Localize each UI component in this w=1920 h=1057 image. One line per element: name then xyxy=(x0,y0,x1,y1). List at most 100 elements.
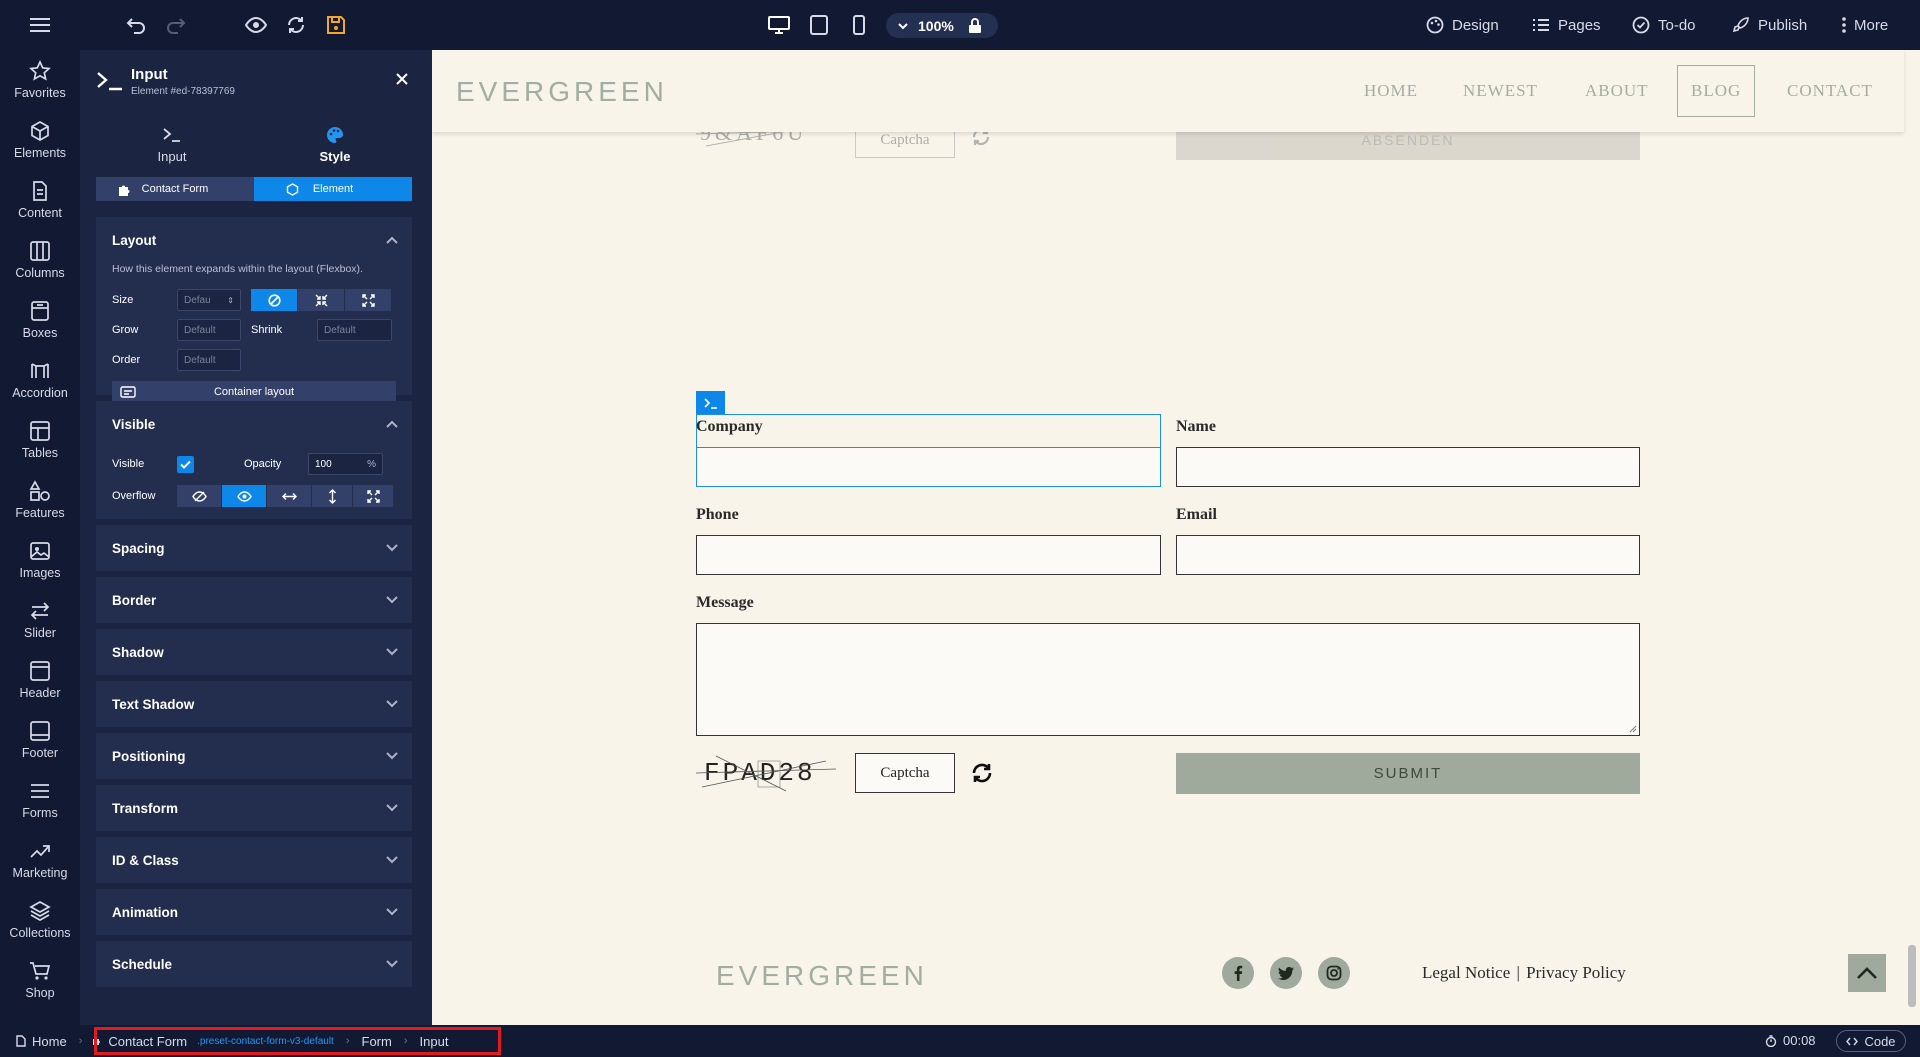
nav-blog[interactable]: BLOG xyxy=(1691,81,1741,101)
grow-input[interactable]: Default xyxy=(177,319,241,341)
mobile-view-icon[interactable] xyxy=(847,13,871,37)
footer-logo[interactable]: EVERGREEN xyxy=(716,960,928,992)
visible-checkbox[interactable] xyxy=(177,455,194,473)
shrink-label: Shrink xyxy=(251,324,283,336)
overflow-hidden-button[interactable] xyxy=(177,485,221,507)
company-input[interactable] xyxy=(696,447,1161,487)
style-section-header[interactable]: Animation xyxy=(96,889,412,935)
rail-item-features[interactable]: Features xyxy=(0,480,80,536)
overflow-y-button[interactable] xyxy=(312,485,352,507)
name-input[interactable] xyxy=(1176,447,1640,487)
rail-item-images[interactable]: Images xyxy=(0,540,80,596)
undo-icon[interactable] xyxy=(124,13,148,37)
more-button[interactable]: More xyxy=(1842,13,1888,37)
breadcrumb-input-label: Input xyxy=(419,1033,449,1049)
selected-element-tag[interactable] xyxy=(696,391,725,415)
style-section-header[interactable]: Spacing xyxy=(96,525,412,571)
canvas-scrollbar[interactable] xyxy=(1908,945,1916,1007)
visible-section-header[interactable]: Visible xyxy=(96,401,412,447)
size-none-button[interactable] xyxy=(251,289,297,311)
close-icon[interactable] xyxy=(395,72,409,86)
breadcrumb-contact-form[interactable]: Contact Form .preset-contact-form-v3-def… xyxy=(92,1034,334,1049)
size-shrink-button[interactable] xyxy=(298,289,344,311)
contact-form-scope-button[interactable]: Contact Form xyxy=(96,177,254,201)
tablet-view-icon[interactable] xyxy=(807,13,831,37)
style-section-header[interactable]: Transform xyxy=(96,785,412,831)
rail-item-collections[interactable]: Collections xyxy=(0,900,80,956)
code-button[interactable]: Code xyxy=(1836,1030,1906,1052)
rail-item-content[interactable]: Content xyxy=(0,180,80,236)
breadcrumb-form[interactable]: Form xyxy=(362,1034,392,1049)
desktop-view-icon[interactable] xyxy=(767,13,791,37)
breadcrumb-input[interactable]: Input xyxy=(420,1034,449,1049)
order-label: Order xyxy=(112,354,141,366)
legal-notice-link[interactable]: Legal Notice xyxy=(1422,963,1510,982)
rail-label: Collections xyxy=(9,926,71,940)
site-logo[interactable]: EVERGREEN xyxy=(456,76,668,108)
shrink-input[interactable]: Default xyxy=(317,319,392,341)
submit-button[interactable]: SUBMIT xyxy=(1176,753,1640,794)
redo-icon[interactable] xyxy=(164,13,188,37)
document-icon xyxy=(33,181,47,201)
rail-item-slider[interactable]: Slider xyxy=(0,600,80,656)
opacity-input[interactable]: 100 % xyxy=(308,453,383,475)
message-textarea[interactable] xyxy=(696,623,1640,736)
element-scope-button[interactable]: Element xyxy=(254,177,412,201)
overflow-x-button[interactable] xyxy=(267,485,311,507)
hamburger-menu-icon[interactable] xyxy=(28,13,52,37)
scroll-to-top-button[interactable] xyxy=(1848,954,1886,992)
overflow-auto-button[interactable] xyxy=(353,485,393,507)
nav-newest[interactable]: NEWEST xyxy=(1463,81,1538,101)
instagram-icon[interactable] xyxy=(1318,957,1350,989)
rail-item-header[interactable]: Header xyxy=(0,660,80,716)
compress-icon xyxy=(315,294,327,306)
nav-about[interactable]: ABOUT xyxy=(1585,81,1649,101)
phone-input[interactable] xyxy=(696,535,1161,575)
rail-item-accordion[interactable]: Accordion xyxy=(0,360,80,416)
size-grow-button[interactable] xyxy=(345,289,391,311)
rail-item-favorites[interactable]: Favorites xyxy=(0,60,80,116)
nav-home[interactable]: HOME xyxy=(1364,81,1418,101)
email-input[interactable] xyxy=(1176,535,1640,575)
code-label: Code xyxy=(1864,1033,1896,1049)
rail-item-elements[interactable]: Elements xyxy=(0,120,80,176)
rail-item-boxes[interactable]: Boxes xyxy=(0,300,80,356)
style-section-header[interactable]: Text Shadow xyxy=(96,681,412,727)
session-timer: 00:08 xyxy=(1765,1033,1816,1048)
facebook-icon[interactable] xyxy=(1222,957,1254,989)
privacy-policy-link[interactable]: Privacy Policy xyxy=(1526,963,1626,982)
save-icon[interactable] xyxy=(324,13,348,37)
rail-item-marketing[interactable]: Marketing xyxy=(0,840,80,896)
style-section-header[interactable]: Border xyxy=(96,577,412,623)
zoom-control[interactable]: 100% xyxy=(886,13,998,38)
style-section-header[interactable]: ID & Class xyxy=(96,837,412,883)
preview-eye-icon[interactable] xyxy=(244,13,268,37)
nav-contact[interactable]: CONTACT xyxy=(1787,81,1873,101)
refresh-icon[interactable] xyxy=(284,13,308,37)
rail-item-forms[interactable]: Forms xyxy=(0,780,80,836)
twitter-icon[interactable] xyxy=(1270,957,1302,989)
todo-button[interactable]: To-do xyxy=(1632,13,1696,37)
rail-item-tables[interactable]: Tables xyxy=(0,420,80,476)
captcha-refresh-icon[interactable] xyxy=(970,761,994,785)
publish-button[interactable]: Publish xyxy=(1732,13,1807,37)
order-input[interactable]: Default xyxy=(177,349,241,371)
rail-item-footer[interactable]: Footer xyxy=(0,720,80,776)
design-button[interactable]: Design xyxy=(1426,13,1499,37)
tab-input-label: Input xyxy=(157,148,187,164)
tab-input[interactable]: Input xyxy=(92,120,252,170)
style-section-header[interactable]: Positioning xyxy=(96,733,412,779)
captcha-input[interactable]: Captcha xyxy=(855,753,955,793)
rail-item-columns[interactable]: Columns xyxy=(0,240,80,296)
breadcrumb-home[interactable]: Home xyxy=(16,1034,67,1049)
container-layout-button[interactable]: Container layout xyxy=(112,381,396,403)
overflow-visible-button[interactable] xyxy=(222,485,266,507)
lock-icon[interactable] xyxy=(968,17,982,34)
style-section-header[interactable]: Shadow xyxy=(96,629,412,675)
style-section-header[interactable]: Schedule xyxy=(96,941,412,987)
size-select[interactable]: Defau ⇕ xyxy=(177,289,241,311)
layout-section-header[interactable]: Layout xyxy=(96,217,412,263)
rail-item-shop[interactable]: Shop xyxy=(0,960,80,1016)
tab-style[interactable]: Style xyxy=(255,120,415,170)
pages-button[interactable]: Pages xyxy=(1532,13,1601,37)
